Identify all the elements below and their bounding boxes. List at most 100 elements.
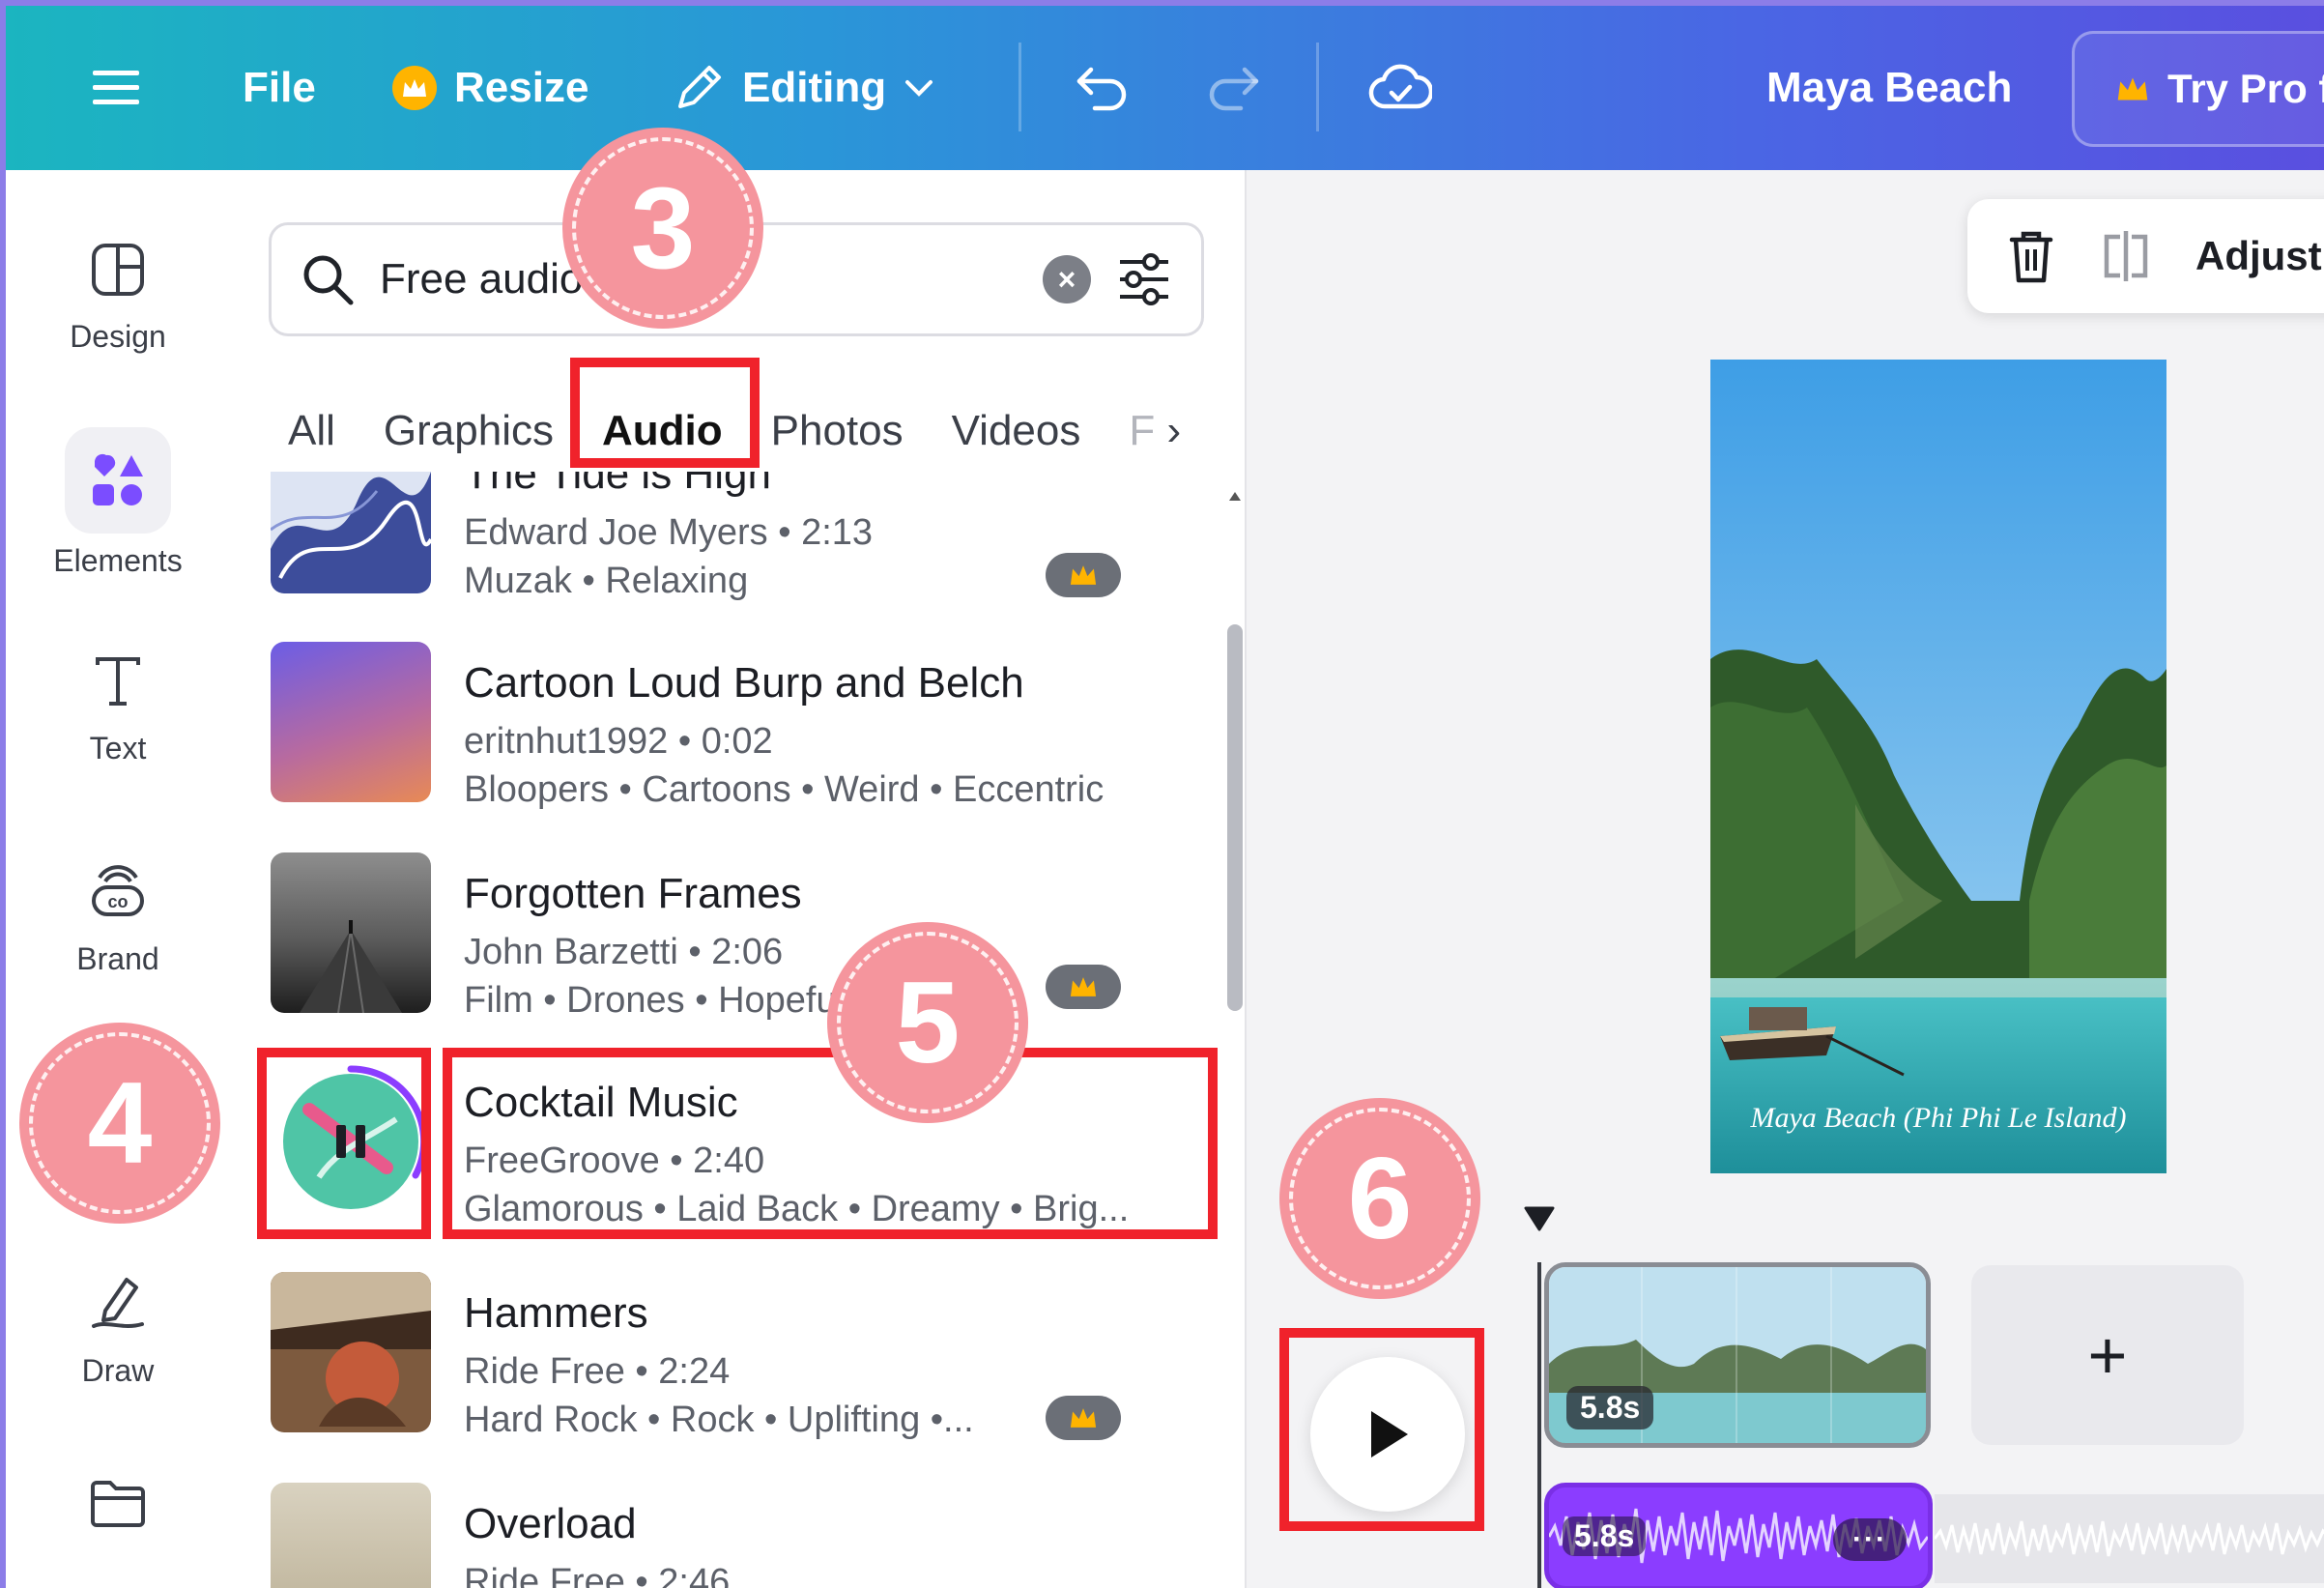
split-icon[interactable] bbox=[2099, 229, 2153, 283]
hamburger-icon bbox=[93, 71, 139, 104]
pro-badge bbox=[1046, 1396, 1121, 1440]
filter-icon[interactable] bbox=[1116, 252, 1172, 306]
track-tags: Muzak • Relaxing bbox=[464, 561, 749, 601]
search-icon bbox=[303, 255, 354, 305]
cloud-save-status[interactable] bbox=[1368, 6, 1432, 170]
rail-item-text[interactable]: Text bbox=[6, 653, 230, 766]
track-tags: Hard Rock • Rock • Uplifting •... bbox=[464, 1400, 974, 1440]
track-title: Hammers bbox=[464, 1289, 648, 1337]
top-bar: File Resize Editing Maya Beach Try Pro f bbox=[6, 6, 2324, 170]
try-pro-button[interactable]: Try Pro f bbox=[2072, 31, 2324, 147]
page-caption: Maya Beach (Phi Phi Le Island) bbox=[1750, 1102, 2127, 1134]
audio-clip[interactable]: 5.8s ··· bbox=[1544, 1483, 1933, 1588]
tab-more[interactable]: F › bbox=[1129, 407, 1181, 455]
crown-icon bbox=[2117, 77, 2148, 101]
pro-badge bbox=[1046, 553, 1121, 597]
toolbar-divider bbox=[1316, 43, 1319, 131]
scroll-up-arrow-icon[interactable] bbox=[1227, 489, 1243, 503]
tab-photos[interactable]: Photos bbox=[771, 407, 904, 455]
design-page[interactable]: Maya Beach (Phi Phi Le Island) bbox=[1710, 360, 2166, 1173]
clear-search-icon[interactable]: × bbox=[1043, 255, 1091, 303]
undo-icon bbox=[1076, 67, 1127, 111]
layout-icon bbox=[92, 244, 144, 296]
rail-label: Draw bbox=[81, 1353, 155, 1388]
brand-icon: co bbox=[92, 865, 144, 916]
tab-videos[interactable]: Videos bbox=[952, 407, 1081, 455]
shapes-icon bbox=[93, 453, 143, 505]
track-meta: Edward Joe Myers • 2:13 bbox=[464, 512, 874, 553]
project-title[interactable]: Maya Beach bbox=[1766, 6, 2012, 170]
menu-button[interactable] bbox=[93, 6, 139, 170]
track-artwork bbox=[271, 472, 431, 593]
audio-track-row[interactable]: Hammers Ride Free • 2:24 Hard Rock • Roc… bbox=[259, 1272, 1187, 1440]
step-number: 6 bbox=[1347, 1134, 1413, 1263]
folder-icon bbox=[91, 1481, 145, 1527]
rail-item-projects[interactable] bbox=[6, 1477, 230, 1529]
redo-icon bbox=[1209, 67, 1259, 111]
audio-track-row[interactable]: Overload Ride Free • 2:46 bbox=[259, 1483, 1187, 1588]
scrollbar-thumb[interactable] bbox=[1227, 624, 1243, 1011]
rail-item-elements[interactable]: Elements bbox=[6, 427, 230, 579]
audio-waveform-extension bbox=[1935, 1494, 2324, 1583]
pen-icon bbox=[92, 1278, 144, 1328]
app-window: File Resize Editing Maya Beach Try Pro f bbox=[0, 0, 2324, 1588]
highlight-track-artwork bbox=[257, 1048, 431, 1239]
playhead-handle-icon[interactable] bbox=[1523, 1204, 1556, 1233]
adjust-button[interactable]: Adjust bbox=[2195, 233, 2322, 279]
video-clip[interactable]: 5.8s bbox=[1544, 1262, 1931, 1448]
clip-duration: 5.8s bbox=[1566, 1386, 1654, 1429]
step-badge-5: 5 bbox=[827, 922, 1028, 1123]
rail-item-draw[interactable]: Draw bbox=[6, 1272, 230, 1389]
track-meta: eritnhut1992 • 0:02 bbox=[464, 721, 773, 762]
track-title: Overload bbox=[464, 1500, 637, 1547]
track-title: Cartoon Loud Burp and Belch bbox=[464, 659, 1024, 707]
undo-button[interactable] bbox=[1074, 6, 1132, 170]
file-menu[interactable]: File bbox=[243, 6, 316, 170]
step-badge-4: 4 bbox=[19, 1023, 220, 1224]
audio-duration: 5.8s bbox=[1563, 1516, 1647, 1556]
track-artwork bbox=[271, 852, 431, 1013]
text-icon bbox=[96, 657, 140, 706]
track-meta: Ride Free • 2:24 bbox=[464, 1351, 731, 1392]
toolbar-divider bbox=[1019, 43, 1021, 131]
audio-more-options-button[interactable]: ··· bbox=[1833, 1518, 1907, 1561]
track-meta: John Barzetti • 2:06 bbox=[464, 932, 784, 972]
rail-item-brand[interactable]: co Brand bbox=[6, 860, 230, 977]
element-toolbar: Adjust bbox=[1967, 199, 2324, 313]
highlight-play-button bbox=[1279, 1328, 1484, 1531]
crown-icon bbox=[1070, 1408, 1097, 1428]
tab-more-label: F bbox=[1129, 407, 1156, 454]
audio-track-row[interactable]: Forgotten Frames John Barzetti • 2:06 Fi… bbox=[259, 852, 1187, 1021]
step-badge-3: 3 bbox=[562, 128, 763, 329]
track-tags: Bloopers • Cartoons • Weird • Eccentric bbox=[464, 769, 1105, 810]
audio-track-row[interactable]: Cartoon Loud Burp and Belch eritnhut1992… bbox=[259, 642, 1187, 810]
playhead[interactable] bbox=[1537, 1262, 1541, 1588]
crown-icon bbox=[1070, 565, 1097, 585]
add-page-button[interactable]: + bbox=[1971, 1265, 2244, 1445]
pencil-icon bbox=[678, 66, 721, 108]
svg-text:co: co bbox=[107, 892, 128, 911]
tab-all[interactable]: All bbox=[288, 407, 335, 455]
crown-icon bbox=[392, 66, 437, 110]
rail-item-design[interactable]: Design bbox=[6, 242, 230, 355]
trash-icon[interactable] bbox=[2006, 228, 2056, 284]
resize-button[interactable]: Resize bbox=[392, 6, 588, 170]
highlight-track-info bbox=[443, 1048, 1218, 1239]
editing-label: Editing bbox=[742, 64, 887, 111]
rail-label: Text bbox=[89, 731, 147, 765]
tab-graphics[interactable]: Graphics bbox=[384, 407, 554, 455]
step-badge-6: 6 bbox=[1279, 1098, 1480, 1299]
track-title: The Tide is High bbox=[464, 472, 771, 498]
track-meta: Ride Free • 2:46 bbox=[464, 1562, 731, 1588]
step-number: 3 bbox=[630, 163, 696, 293]
track-title: Forgotten Frames bbox=[464, 870, 802, 917]
resize-label: Resize bbox=[454, 64, 589, 111]
step-number: 4 bbox=[87, 1058, 153, 1188]
track-artwork bbox=[271, 1483, 431, 1588]
elements-badge bbox=[65, 427, 171, 534]
pro-badge bbox=[1046, 965, 1121, 1009]
rail-label: Design bbox=[70, 319, 166, 354]
audio-track-row[interactable]: The Tide is High Edward Joe Myers • 2:13… bbox=[259, 472, 1187, 601]
track-artwork bbox=[271, 642, 431, 802]
redo-button[interactable] bbox=[1204, 6, 1262, 170]
